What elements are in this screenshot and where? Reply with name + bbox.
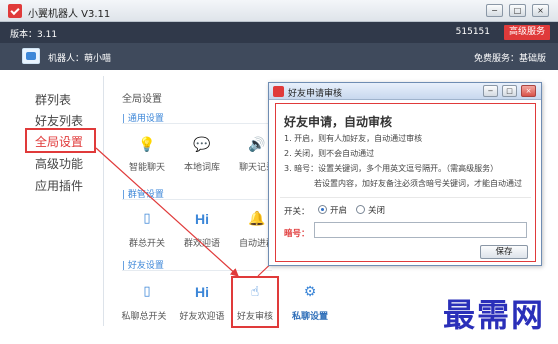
radio-off-label[interactable]: 关闭 <box>368 204 385 216</box>
feature-smart-chat[interactable]: 智能聊天 <box>121 160 173 173</box>
version-bar: 版本：3.11 515151 高级服务 <box>0 22 558 43</box>
feature-group-welcome[interactable]: 群欢迎语 <box>176 236 228 249</box>
window-title: 小翼机器人 V3.11 <box>28 9 111 20</box>
rule-line-4: 若设置内容，加好友备注必须含暗号关键词，才能自动通过 <box>314 179 522 188</box>
divider <box>122 270 272 271</box>
close-button[interactable]: × <box>532 4 549 17</box>
maximize-button[interactable]: □ <box>509 4 526 17</box>
chat-bubble-icon[interactable]: 💬 <box>190 134 214 156</box>
feature-local-lexicon[interactable]: 本地词库 <box>176 160 228 173</box>
service-level: 免费服务：基础版 <box>473 54 546 64</box>
dialog-body: 好友申请，自动审核 1. 开启，则有人加好友，自动通过审核 2. 关闭，则不会自… <box>275 103 536 262</box>
robot-name: 机器人：萌小喵 <box>48 54 112 64</box>
rule-line-3: 3. 暗号：设置关键词，多个用英文逗号隔开。（需高级服务） <box>284 164 499 173</box>
radio-off[interactable] <box>356 205 365 214</box>
version-text: 版本：3.11 <box>10 30 58 40</box>
dialog-title: 好友申请审核 <box>288 89 343 99</box>
robot-bar: 机器人：萌小喵 免费服务：基础版 <box>0 43 558 70</box>
dialog-divider <box>280 197 531 198</box>
minimize-button[interactable]: − <box>486 4 503 17</box>
nav-item-friends[interactable]: 好友列表 <box>35 112 83 129</box>
speaker-icon[interactable]: 🔊 <box>245 134 269 156</box>
nav-item-plugins[interactable]: 应用插件 <box>35 177 83 194</box>
content-title: 全局设置 <box>122 94 162 105</box>
save-button[interactable]: 保存 <box>480 245 528 259</box>
dialog-maximize-button[interactable]: □ <box>502 85 517 97</box>
divider <box>122 199 272 200</box>
bulb-icon[interactable]: 💡 <box>135 134 159 156</box>
feature-private-switch[interactable]: 私聊总开关 <box>118 309 170 322</box>
radio-on-label[interactable]: 开启 <box>330 204 347 216</box>
divider <box>122 123 272 124</box>
nav-divider <box>103 76 104 326</box>
dialog-title-bar: 好友申请审核 − □ × <box>269 83 541 100</box>
hi-icon[interactable]: Hi <box>190 208 214 230</box>
watermark: 最需网 <box>443 296 546 334</box>
dialog-close-button[interactable]: × <box>521 85 536 97</box>
user-id: 515151 <box>455 27 490 37</box>
rule-line-2: 2. 关闭，则不会自动通过 <box>284 149 375 158</box>
hi-icon[interactable]: Hi <box>190 281 214 303</box>
dialog-minimize-button[interactable]: − <box>483 85 498 97</box>
phone-icon[interactable]: ▯ <box>135 208 159 230</box>
code-label: 暗号： <box>284 229 310 239</box>
app-logo-icon <box>8 4 22 18</box>
title-bar: 小翼机器人 V3.11 − □ × <box>0 0 558 22</box>
premium-service-button[interactable]: 高级服务 <box>503 25 550 40</box>
switch-label: 开关： <box>284 207 310 217</box>
rule-line-1: 1. 开启，则有人加好友，自动通过审核 <box>284 134 423 143</box>
feature-friend-welcome[interactable]: 好友欢迎语 <box>176 309 228 322</box>
dialog-logo-icon <box>273 86 284 97</box>
robot-avatar-icon <box>22 48 40 64</box>
dialog-heading: 好友申请，自动审核 <box>284 115 393 129</box>
nav-item-advanced[interactable]: 高级功能 <box>35 155 83 172</box>
feature-group-switch[interactable]: 群总开关 <box>121 236 173 249</box>
friend-review-dialog: 好友申请审核 − □ × 好友申请，自动审核 1. 开启，则有人加好友，自动通过… <box>268 82 542 266</box>
nav-highlight-box <box>25 128 96 153</box>
feature-private-settings[interactable]: 私聊设置 <box>284 309 336 322</box>
bell-icon[interactable]: 🔔 <box>245 208 269 230</box>
radio-on[interactable] <box>318 205 327 214</box>
phone-icon[interactable]: ▯ <box>135 281 159 303</box>
nav-item-groups[interactable]: 群列表 <box>35 91 71 108</box>
gear-icon[interactable]: ⚙ <box>298 281 322 303</box>
code-input[interactable] <box>314 222 527 238</box>
friend-review-highlight-box <box>231 276 279 328</box>
